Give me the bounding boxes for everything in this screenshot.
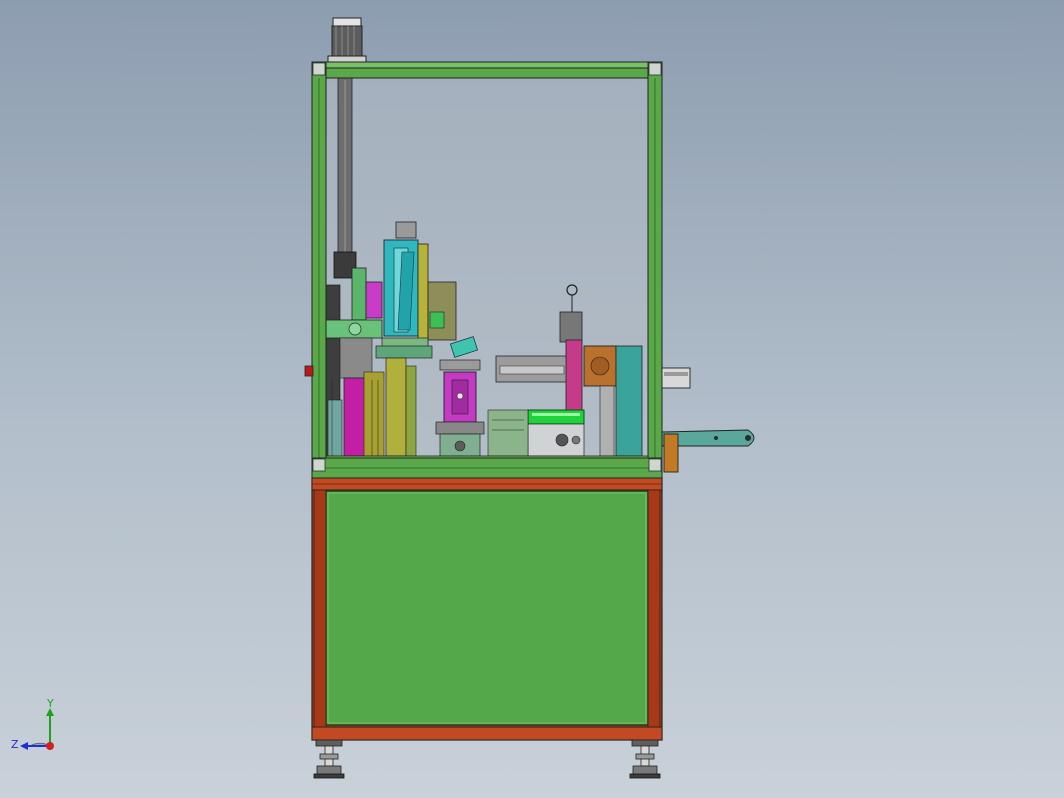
motor[interactable] bbox=[327, 17, 367, 64]
cad-viewport[interactable]: Y Z bbox=[0, 0, 1064, 798]
leveling-feet bbox=[313, 739, 661, 779]
feeder-arm[interactable] bbox=[661, 367, 755, 473]
z-axis-label: Z bbox=[11, 738, 19, 751]
foot-right bbox=[629, 739, 661, 779]
machine-base bbox=[311, 477, 663, 741]
emergency-stop[interactable] bbox=[304, 365, 314, 377]
coordinate-triad[interactable]: Y Z bbox=[11, 697, 54, 751]
base-panel bbox=[325, 490, 649, 726]
x-axis-marker bbox=[46, 742, 54, 750]
y-axis-label: Y bbox=[46, 697, 54, 710]
foot-left bbox=[313, 739, 345, 779]
